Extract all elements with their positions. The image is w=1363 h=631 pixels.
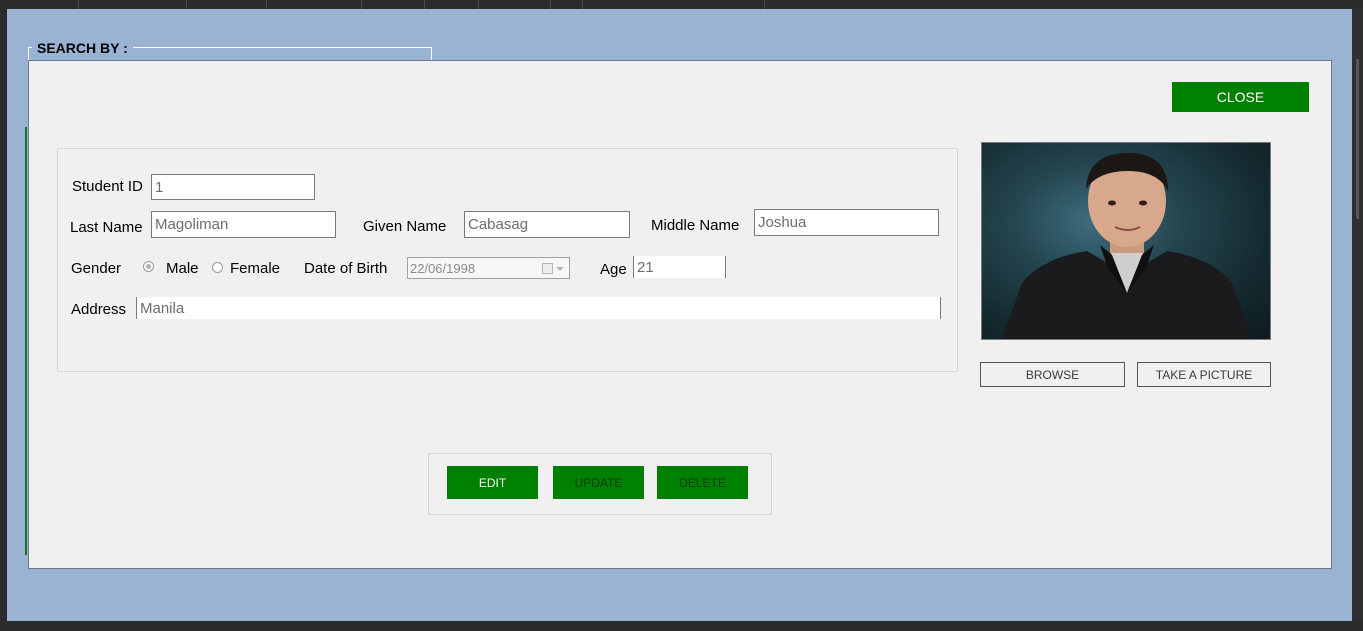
address-field[interactable]: Manila bbox=[136, 297, 941, 319]
middle-name-field[interactable]: Joshua bbox=[754, 209, 939, 236]
given-name-field[interactable]: Cabasag bbox=[464, 211, 630, 238]
last-name-label: Last Name bbox=[70, 219, 143, 236]
take-picture-button[interactable]: TAKE A PICTURE bbox=[1137, 362, 1271, 387]
gender-female-label[interactable]: Female bbox=[230, 260, 280, 277]
title-strip bbox=[0, 0, 1363, 9]
age-label: Age bbox=[600, 261, 627, 278]
last-name-field[interactable]: Magoliman bbox=[151, 211, 336, 238]
update-button[interactable]: UPDATE bbox=[553, 466, 644, 499]
close-button[interactable]: CLOSE bbox=[1172, 82, 1309, 112]
student-info-panel: Student ID 1 Last Name Magoliman Given N… bbox=[57, 148, 958, 372]
browse-button[interactable]: BROWSE bbox=[980, 362, 1125, 387]
gender-male-radio[interactable] bbox=[143, 261, 154, 272]
date-of-birth-picker[interactable]: 22/06/1998 bbox=[407, 257, 570, 279]
edit-button[interactable]: EDIT bbox=[447, 466, 538, 499]
strip-divider bbox=[424, 0, 425, 9]
scrollbar-thumb[interactable] bbox=[1356, 59, 1359, 219]
student-photo bbox=[981, 142, 1271, 340]
strip-divider bbox=[764, 0, 765, 9]
student-id-field[interactable]: 1 bbox=[151, 174, 315, 200]
student-id-label: Student ID bbox=[72, 178, 143, 195]
gender-female-radio[interactable] bbox=[212, 262, 223, 273]
date-of-birth-label: Date of Birth bbox=[304, 260, 388, 277]
strip-divider bbox=[78, 0, 79, 9]
strip-divider bbox=[582, 0, 583, 9]
strip-divider bbox=[478, 0, 479, 9]
age-field[interactable]: 21 bbox=[633, 256, 726, 278]
scrollbar[interactable] bbox=[1352, 9, 1363, 621]
student-portrait-image bbox=[1002, 153, 1252, 339]
chevron-down-icon[interactable] bbox=[556, 267, 564, 271]
background-panel-edge bbox=[25, 127, 27, 555]
address-label: Address bbox=[71, 301, 127, 318]
gender-male-label[interactable]: Male bbox=[166, 260, 199, 277]
calendar-icon[interactable] bbox=[542, 263, 553, 274]
search-by-label: SEARCH BY : bbox=[32, 40, 133, 56]
strip-divider bbox=[186, 0, 187, 9]
strip-divider bbox=[550, 0, 551, 9]
delete-button[interactable]: DELETE bbox=[657, 466, 748, 499]
strip-divider bbox=[361, 0, 362, 9]
student-record-dialog: CLOSE Student ID 1 Last Name Magoliman G… bbox=[28, 60, 1332, 569]
given-name-label: Given Name bbox=[363, 218, 447, 235]
action-button-panel: EDIT UPDATE DELETE bbox=[428, 453, 772, 515]
date-of-birth-value: 22/06/1998 bbox=[410, 260, 476, 276]
gender-label: Gender bbox=[71, 260, 122, 277]
middle-name-label: Middle Name bbox=[651, 217, 740, 234]
strip-divider bbox=[266, 0, 267, 9]
